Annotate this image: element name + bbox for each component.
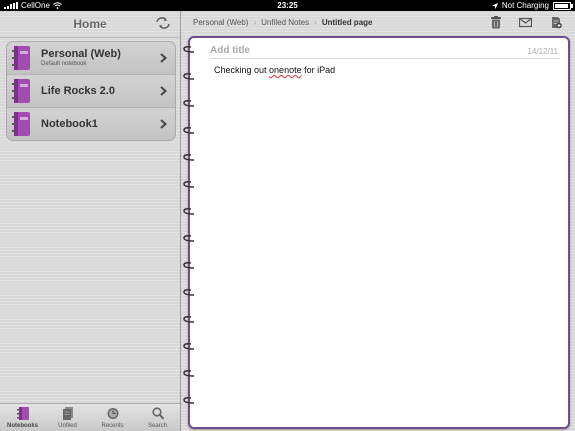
binding-ring <box>183 262 195 269</box>
trash-icon[interactable] <box>490 16 502 29</box>
notebook-item-notebook1[interactable]: Notebook1 <box>7 107 175 140</box>
notebook-subtitle: Default notebook <box>41 61 87 67</box>
sidebar-header: Home <box>0 11 180 38</box>
body-text-end: for iPad <box>301 65 336 75</box>
tab-label: Recents <box>101 423 124 429</box>
battery-status-text: Not Charging <box>501 1 549 10</box>
binding-ring <box>183 235 195 242</box>
breadcrumb-separator: › <box>253 18 257 27</box>
tab-recents[interactable]: Recents <box>90 404 135 431</box>
tab-notebooks[interactable]: Notebooks <box>0 404 45 431</box>
note-page[interactable]: Add title 14/12/11 Checking out onenote … <box>188 36 570 429</box>
tab-label: Unfiled <box>58 423 77 429</box>
page-body-text[interactable]: Checking out onenote for iPad <box>214 65 335 75</box>
location-arrow-icon <box>491 2 498 9</box>
chevron-right-icon <box>160 53 167 63</box>
notebook-icon <box>12 112 30 136</box>
tab-search[interactable]: Search <box>135 404 180 431</box>
binding-ring <box>183 397 195 404</box>
binding-ring <box>183 154 195 161</box>
page-title-placeholder[interactable]: Add title <box>210 45 250 56</box>
breadcrumb: Personal (Web) › Unfiled Notes › Untitle… <box>193 18 377 27</box>
sync-settings-icon[interactable] <box>156 17 170 29</box>
binding-ring <box>183 127 195 134</box>
tab-label: Notebooks <box>6 423 38 429</box>
title-divider <box>210 58 560 59</box>
notebook-item-life-rocks[interactable]: Life Rocks 2.0 <box>7 74 175 107</box>
unfiled-icon <box>62 407 73 420</box>
notebook-name: Notebook1 <box>41 118 98 130</box>
breadcrumb-section[interactable]: Unfiled Notes <box>261 18 314 27</box>
tab-bar: Notebooks Unfiled Recents Search <box>0 403 180 431</box>
page-date: 14/12/11 <box>527 47 558 56</box>
tab-label: Search <box>147 423 167 429</box>
sidebar-title: Home <box>73 17 107 31</box>
misspelled-word: onenote <box>269 65 302 75</box>
recents-icon <box>107 408 118 419</box>
chevron-right-icon <box>160 86 167 96</box>
top-toolbar: Personal (Web) › Unfiled Notes › Untitle… <box>181 11 575 35</box>
notebook-list: Personal (Web) Default notebook Life Roc… <box>6 41 176 141</box>
binding-ring <box>183 100 195 107</box>
spiral-binding <box>183 46 195 404</box>
mail-icon[interactable] <box>519 16 532 29</box>
main-pane: Personal (Web) › Unfiled Notes › Untitle… <box>181 11 575 431</box>
notebook-icon <box>12 79 30 103</box>
breadcrumb-page: Untitled page <box>321 18 373 27</box>
breadcrumb-separator: › <box>314 18 317 27</box>
notebook-name: Personal (Web) <box>41 48 121 60</box>
notebook-name: Life Rocks 2.0 <box>41 85 115 97</box>
notebook-icon <box>12 46 30 70</box>
new-page-icon[interactable] <box>550 16 562 29</box>
battery-icon <box>553 1 573 10</box>
binding-ring <box>183 370 195 377</box>
binding-ring <box>183 289 195 296</box>
status-bar: CellOne 23:25 Not Charging <box>0 0 575 11</box>
body-text-start: Checking out <box>214 65 270 75</box>
binding-ring <box>183 181 195 188</box>
binding-ring <box>183 316 195 323</box>
binding-ring <box>183 208 195 215</box>
breadcrumb-notebook[interactable]: Personal (Web) <box>193 18 253 27</box>
chevron-right-icon <box>160 119 167 129</box>
binding-ring <box>183 343 195 350</box>
notebooks-icon <box>16 407 29 420</box>
tab-unfiled[interactable]: Unfiled <box>45 404 90 431</box>
clock: 23:25 <box>277 1 298 10</box>
binding-ring <box>183 46 195 53</box>
sidebar: Home Personal (Web) Default notebook Lif… <box>0 11 181 431</box>
binding-ring <box>183 73 195 80</box>
search-icon <box>151 407 164 420</box>
notebook-item-personal-web[interactable]: Personal (Web) Default notebook <box>7 42 175 74</box>
